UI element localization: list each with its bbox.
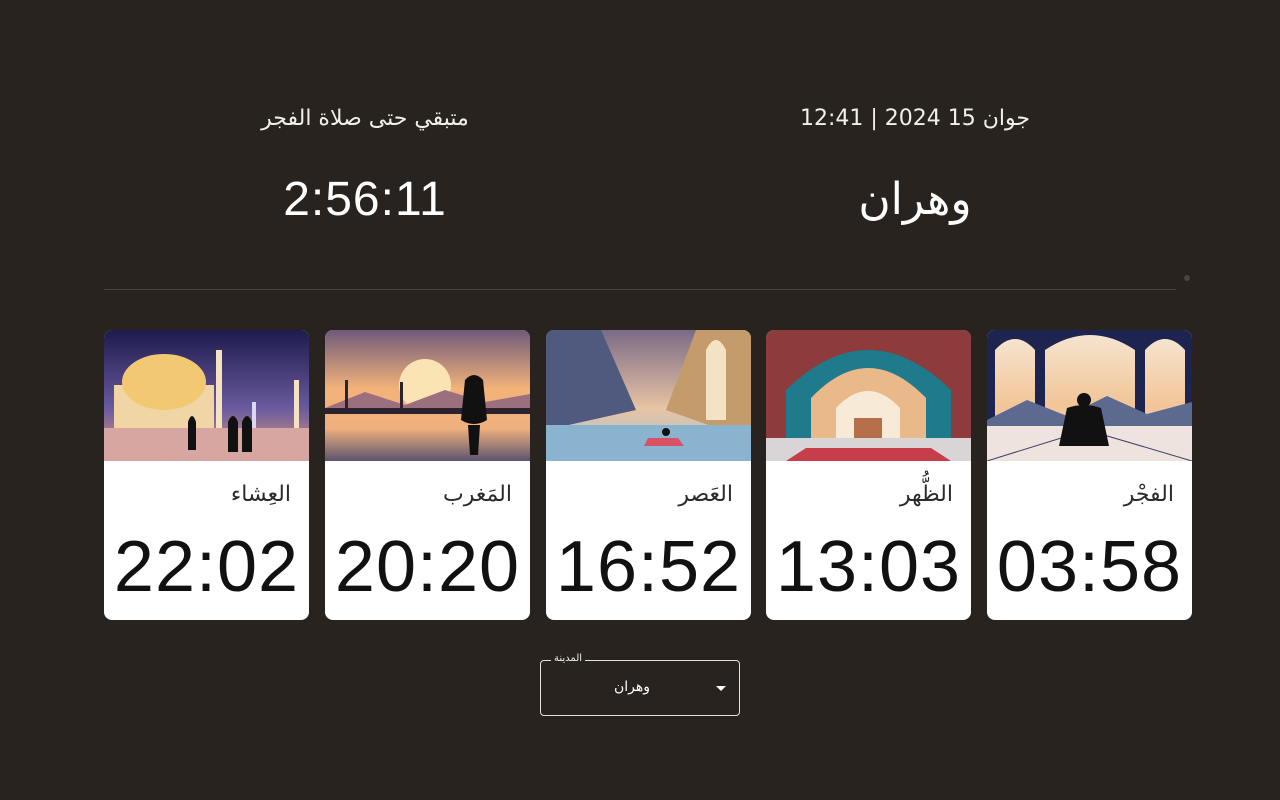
dawn-prayer-image [987,330,1192,461]
city-select-value: وهران [613,679,651,695]
prayer-card-maghrib: المَغرب 20:20 [325,330,530,620]
prayer-time: 03:58 [996,527,1183,607]
prayer-name: الظُّهر [899,482,953,507]
prayer-card-asr: العَصر 16:52 [546,330,751,620]
chevron-down-icon[interactable] [716,686,726,691]
city-select[interactable]: المدينة وهران [540,653,740,716]
prayer-time: 13:03 [775,527,962,607]
countdown-timer: 2:56:11 [283,173,447,226]
mosque-night-image [104,330,309,461]
prayer-name: العَصر [678,482,733,507]
arches-corridor-image [546,330,751,461]
prayer-time: 22:02 [113,527,300,607]
current-city: وهران [858,174,972,225]
prayer-times-page: جوان 15 2024 | 12:41 وهران متبقي حتى صلا… [0,0,1280,800]
divider [104,289,1176,290]
mosque-interior-image [766,330,971,461]
prayer-card-dhuhr: الظُّهر 13:03 [766,330,971,620]
current-date-time: جوان 15 2024 | 12:41 [799,106,1031,131]
sunset-silhouette-image [325,330,530,461]
prayer-card-fajr: الفجْر 03:58 [987,330,1192,620]
prayer-time: 16:52 [555,527,742,607]
prayer-time: 20:20 [334,527,521,607]
pager-dot [1184,275,1190,281]
prayer-name: العِشاء [230,482,291,507]
remaining-label: متبقي حتى صلاة الفجر [261,106,469,131]
prayer-name: الفجْر [1123,482,1174,507]
prayer-card-isha: العِشاء 22:02 [104,330,309,620]
prayer-name: المَغرب [443,482,512,507]
city-select-label: المدينة [551,653,586,664]
